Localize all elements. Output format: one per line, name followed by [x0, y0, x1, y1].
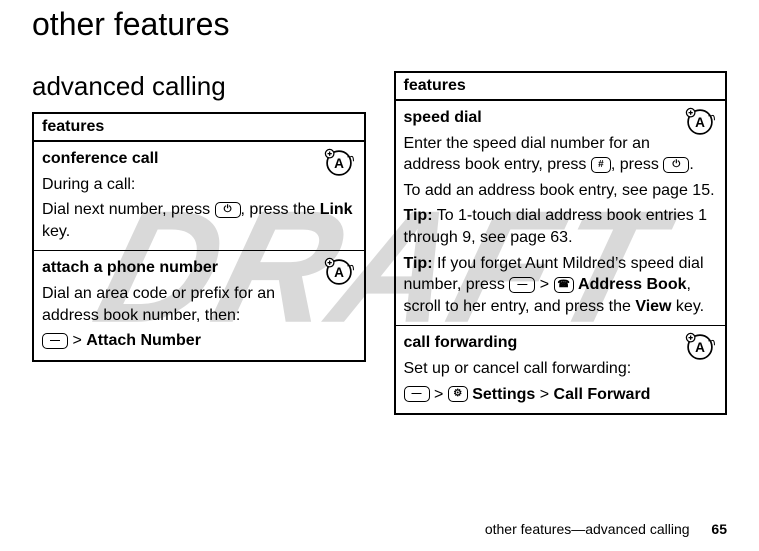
row-text: Dial next number, press ⏻, press the Lin…: [42, 199, 356, 242]
sep: >: [535, 276, 553, 293]
row-text: Enter the speed dial number for an addre…: [404, 133, 718, 176]
row-path: — > ⚙ Settings > Call Forward: [404, 384, 718, 406]
text: , press: [611, 156, 663, 173]
network-feature-icon: A: [322, 255, 356, 289]
sep: >: [430, 386, 448, 403]
footer-breadcrumb: other features—advanced calling: [485, 521, 690, 537]
left-feature-table: features A conference call During a call…: [32, 112, 366, 362]
menu-key-icon: —: [509, 277, 535, 293]
tip-label: Tip:: [404, 207, 433, 224]
table-header: features: [395, 72, 727, 100]
network-feature-icon: A: [683, 105, 717, 139]
view-key-label: View: [635, 298, 671, 315]
settings-icon: ⚙: [448, 386, 468, 402]
address-book-label: Address Book: [578, 276, 686, 293]
page-number: 65: [711, 521, 727, 537]
row-tip: Tip: To 1-touch dial address book entrie…: [404, 205, 718, 248]
svg-text:A: A: [334, 156, 344, 171]
row-title: call forwarding: [404, 332, 718, 354]
page-footer: other features—advanced calling 65: [485, 521, 727, 537]
menu-path: Attach Number: [86, 332, 201, 349]
text: .: [689, 156, 693, 173]
network-feature-icon: A: [322, 146, 356, 180]
sep: >: [535, 386, 553, 403]
text: key.: [671, 298, 704, 315]
menu-key-icon: —: [42, 333, 68, 349]
table-row: A call forwarding Set up or cancel call …: [395, 326, 727, 414]
row-text: To add an address book entry, see page 1…: [404, 180, 718, 202]
network-feature-icon: A: [683, 330, 717, 364]
page-content: other features advanced calling features…: [0, 0, 759, 415]
menu-key-icon: —: [404, 386, 430, 402]
call-forward-label: Call Forward: [554, 386, 651, 403]
settings-label: Settings: [472, 386, 535, 403]
row-path: — > Attach Number: [42, 330, 356, 352]
sep: >: [68, 332, 86, 349]
table-row: A conference call During a call: Dial ne…: [33, 141, 365, 251]
text: To 1-touch dial address book entries 1 t…: [404, 207, 708, 246]
row-title: attach a phone number: [42, 257, 356, 279]
row-title: conference call: [42, 148, 356, 170]
address-book-icon: ☎: [554, 277, 574, 293]
right-feature-table: features A speed dial Enter the speed di…: [394, 71, 728, 415]
columns: advanced calling features A conference c…: [32, 71, 727, 415]
table-row: A speed dial Enter the speed dial number…: [395, 100, 727, 326]
table-header: features: [33, 113, 365, 141]
svg-text:A: A: [695, 115, 705, 130]
send-key-icon: ⏻: [215, 202, 241, 218]
row-text: Dial an area code or prefix for an addre…: [42, 283, 356, 326]
row-title: speed dial: [404, 107, 718, 129]
row-tip: Tip: If you forget Aunt Mildred’s speed …: [404, 253, 718, 318]
row-text: Set up or cancel call forwarding:: [404, 358, 718, 380]
section-title: advanced calling: [32, 71, 366, 102]
row-text: During a call:: [42, 174, 356, 196]
link-key-label: Link: [320, 201, 353, 218]
svg-text:A: A: [334, 265, 344, 280]
hash-key-icon: #: [591, 157, 611, 173]
text: , press the: [241, 201, 320, 218]
right-column: features A speed dial Enter the speed di…: [394, 71, 728, 415]
text: Dial next number, press: [42, 201, 215, 218]
text: key.: [42, 223, 70, 240]
send-key-icon: ⏻: [663, 157, 689, 173]
tip-label: Tip:: [404, 255, 433, 272]
table-row: A attach a phone number Dial an area cod…: [33, 251, 365, 361]
left-column: advanced calling features A conference c…: [32, 71, 366, 362]
page-title: other features: [32, 6, 727, 43]
svg-text:A: A: [695, 340, 705, 355]
